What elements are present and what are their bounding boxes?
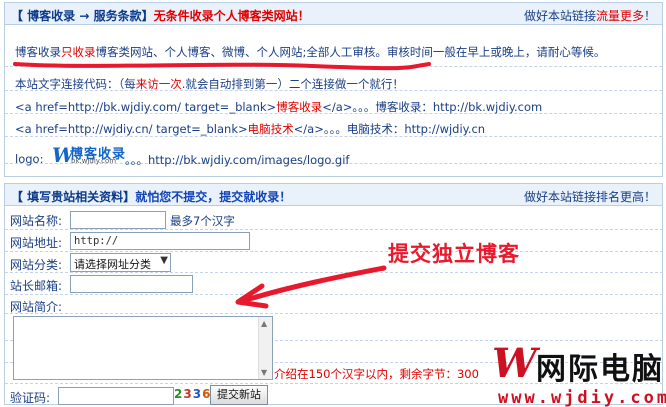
watermark-url: www.wjdiy.com <box>498 388 666 407</box>
site-name-label: 网站名称: <box>10 214 63 228</box>
chevron-down-icon: ▼ <box>160 255 168 266</box>
captcha-image[interactable]: 2336 <box>174 387 211 401</box>
submit-panel-right-note: 做好本站链接排名更高！ <box>523 190 656 204</box>
category-select-value: 请选择网址分类 <box>74 258 151 271</box>
site-name-hint: 最多7个汉字 <box>170 214 235 228</box>
submit-site-button[interactable]: 提交新站 <box>210 385 268 405</box>
divider <box>5 313 663 314</box>
email-label: 站长邮箱: <box>10 279 63 293</box>
watermark-logo: W 网际电脑 www.wjdiy.com <box>492 340 666 407</box>
submit-panel-slogan: 就怕您不提交，提交就收录！ <box>135 190 292 204</box>
link-code-blog: <a href=http://bk.wjdiy.com/ target=_bla… <box>15 100 543 114</box>
annotation-arrow-icon <box>235 265 387 309</box>
intro-text: 博客收录只收录博客类网站、个人博客、微博、个人网站;全部人工审核。审核时间一般在… <box>15 45 606 59</box>
email-input[interactable] <box>70 275 193 293</box>
captcha-label: 验证码: <box>10 391 51 405</box>
terms-panel-right-note: 做好本站链接流量更多！ <box>523 9 656 23</box>
site-logo: W 博客收录 bk.wjdiy.com <box>52 143 126 167</box>
site-intro-label: 网站简介: <box>10 300 63 314</box>
watermark-text: 网际电脑 <box>536 352 664 387</box>
char-counter: 介绍在150个汉字以内，剩余字节：300 <box>274 367 479 381</box>
logo-label: logo: <box>15 152 44 166</box>
link-code-intro: 本站文字连接代码：（每来访一次.就会自动排到第一）二个连接做一个就行！ <box>15 77 404 91</box>
annotation-text: 提交独立博客 <box>388 242 520 266</box>
site-url-input[interactable] <box>70 232 250 250</box>
site-intro-textarea[interactable]: ▲ ▼ <box>13 316 273 380</box>
textarea-scrollbar[interactable]: ▲ ▼ <box>258 317 272 379</box>
submit-panel-title: 【 填写贵站相关资料】就怕您不提交，提交就收录！ <box>11 190 292 204</box>
category-label: 网站分类: <box>10 258 63 272</box>
logo-url-text: 。。。http://bk.wjdiy.com/images/logo.gif <box>125 153 350 167</box>
logo-url: bk.wjdiy.com <box>71 157 117 165</box>
site-name-input[interactable] <box>70 211 166 229</box>
category-select[interactable]: 请选择网址分类 ▼ <box>70 253 171 272</box>
watermark-w-icon: W <box>492 340 537 387</box>
site-url-label: 网站地址: <box>10 236 63 250</box>
terms-panel-title: 【 博客收录 → 服务条款】无条件收录个人博客类网站！ <box>11 9 310 23</box>
terms-panel: 【 博客收录 → 服务条款】无条件收录个人博客类网站！ 做好本站链接流量更多！ … <box>4 2 663 177</box>
divider <box>5 251 663 252</box>
red-underline-stroke <box>13 62 431 71</box>
scroll-up-icon[interactable]: ▲ <box>261 319 267 328</box>
terms-panel-title-red: 无条件收录个人博客类网站！ <box>153 9 310 23</box>
captcha-input[interactable] <box>58 387 174 405</box>
scroll-down-icon[interactable]: ▼ <box>261 368 267 377</box>
submit-panel-header: 【 填写贵站相关资料】就怕您不提交，提交就收录！ 做好本站链接排名更高！ <box>5 184 662 206</box>
traffic-highlight: 流量更多 <box>595 9 644 23</box>
link-code-tech: <a href=http://wjdiy.cn/ target=_blank>电… <box>15 122 486 136</box>
terms-panel-header: 【 博客收录 → 服务条款】无条件收录个人博客类网站！ 做好本站链接流量更多！ <box>5 3 662 25</box>
divider <box>5 229 663 230</box>
